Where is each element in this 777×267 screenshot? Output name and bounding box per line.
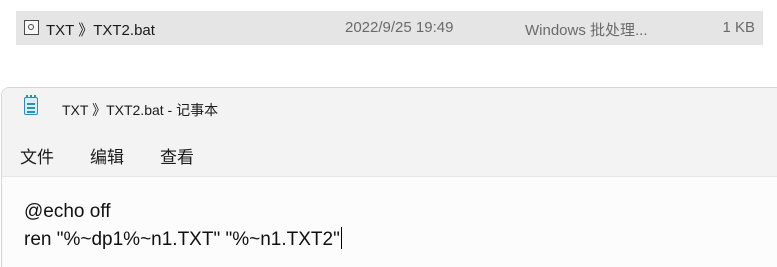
batch-file-icon [24, 20, 39, 35]
title-bar[interactable]: TXT 》TXT2.bat - 记事本 [2, 88, 777, 128]
file-modified-date: 2022/9/25 19:49 [345, 19, 454, 36]
file-name: TXT 》TXT2.bat [46, 22, 155, 39]
menu-edit[interactable]: 编辑 [90, 143, 124, 168]
notepad-icon [24, 95, 38, 115]
line-text: ren "%~dp1%~n1.TXT" "%~n1.TXT2" [24, 229, 340, 250]
file-size: 1 KB [722, 19, 755, 36]
menu-bar: 文件 编辑 查看 [2, 128, 777, 177]
window-title: TXT 》TXT2.bat - 记事本 [62, 102, 219, 118]
desktop-stage: TXT 》TXT2.bat 2022/9/25 19:49 Windows 批处… [0, 0, 777, 267]
editor-line: ren "%~dp1%~n1.TXT" "%~n1.TXT2" [24, 227, 342, 251]
line-text: @echo off [24, 201, 111, 222]
notepad-window: TXT 》TXT2.bat - 记事本 文件 编辑 查看 @echo off r… [1, 87, 777, 267]
file-type: Windows 批处理... [525, 22, 648, 39]
text-caret [340, 227, 342, 249]
text-editor[interactable]: @echo off ren "%~dp1%~n1.TXT" "%~n1.TXT2… [2, 177, 777, 267]
menu-file[interactable]: 文件 [20, 143, 54, 168]
menu-view[interactable]: 查看 [160, 143, 194, 168]
file-list-row[interactable]: TXT 》TXT2.bat 2022/9/25 19:49 Windows 批处… [16, 11, 763, 45]
editor-line: @echo off [24, 201, 111, 223]
